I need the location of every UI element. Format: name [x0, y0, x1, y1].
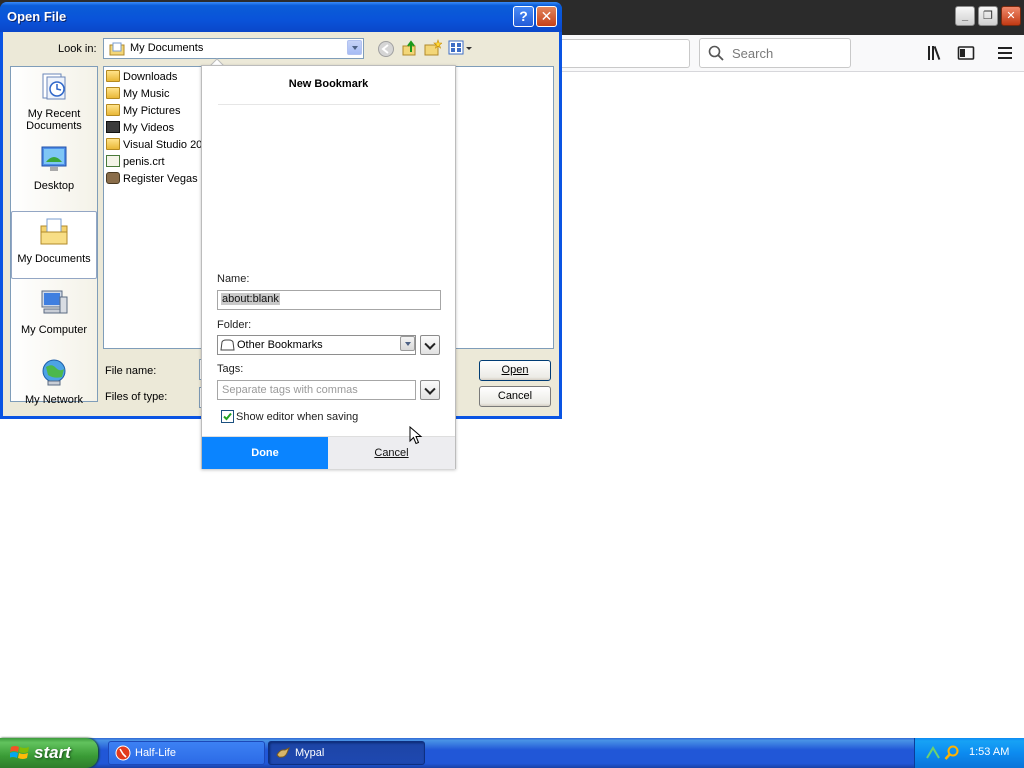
place-label: My Network — [24, 394, 84, 406]
list-item[interactable]: My Music — [106, 87, 169, 103]
library-icon[interactable] — [926, 44, 944, 62]
videos-folder-icon — [106, 121, 120, 133]
bookmark-folder-icon — [220, 339, 235, 351]
my-documents-small-icon — [109, 42, 125, 56]
tags-label: Tags: — [217, 363, 244, 375]
divider — [218, 104, 440, 105]
list-item[interactable]: My Pictures — [106, 104, 180, 120]
place-desktop[interactable]: Desktop — [11, 143, 97, 192]
my-computer-icon — [41, 290, 68, 314]
help-button[interactable]: ? — [513, 6, 534, 27]
close-button[interactable]: ✕ — [536, 6, 557, 27]
cancel-button[interactable]: Cancel — [479, 386, 551, 407]
mypal-icon — [276, 746, 290, 758]
place-my-documents[interactable]: My Documents — [11, 211, 97, 279]
my-network-icon — [42, 359, 66, 386]
search-icon — [708, 45, 724, 61]
new-bookmark-panel: New Bookmark Name: about:blank Folder: O… — [201, 65, 456, 469]
search-tray-icon[interactable] — [944, 745, 960, 761]
places-bar: My Recent Documents Desktop My Documents — [10, 66, 98, 406]
my-documents-icon — [40, 218, 68, 245]
certificate-icon — [106, 155, 120, 167]
pictures-folder-icon — [106, 104, 120, 116]
open-button[interactable]: Open — [479, 360, 551, 381]
folder-label: Folder: — [217, 319, 252, 331]
place-label: My Recent Documents — [26, 108, 82, 132]
chevron-down-icon[interactable] — [347, 40, 362, 55]
address-bar[interactable] — [560, 39, 690, 68]
app-icon — [106, 172, 120, 184]
look-in-label: Look in: — [58, 43, 97, 55]
name-field[interactable]: about:blank — [217, 290, 441, 310]
start-label: start — [34, 743, 71, 762]
folder-icon — [106, 70, 120, 82]
taskbar: start Half-Life Mypal 1:53 AM — [0, 738, 1024, 768]
network-tray-icon[interactable] — [925, 745, 941, 761]
panel-title: New Bookmark — [288, 78, 369, 90]
name-label: Name: — [217, 273, 250, 285]
look-in-combo[interactable]: My Documents — [103, 38, 364, 59]
dialog-titlebar: Open File ? ✕ — [0, 2, 562, 32]
place-my-computer[interactable]: My Computer — [11, 287, 97, 336]
recent-documents-icon — [42, 73, 66, 100]
place-recent-documents[interactable]: My Recent Documents — [11, 71, 97, 132]
cancel-button[interactable]: Cancel — [328, 437, 455, 469]
show-editor-checkbox[interactable] — [221, 410, 234, 423]
taskbar-item-mypal[interactable]: Mypal — [268, 741, 425, 765]
task-label: Mypal — [295, 747, 325, 759]
clock: 1:53 AM — [969, 746, 1010, 758]
back-icon[interactable] — [377, 40, 395, 58]
list-item[interactable]: Downloads — [106, 70, 177, 86]
up-folder-icon[interactable] — [401, 39, 419, 57]
files-of-type-label: Files of type: — [105, 391, 168, 403]
tags-selector-toggle[interactable] — [420, 380, 440, 400]
show-editor-label: Show editor when saving — [236, 411, 359, 423]
browser-minimize-button[interactable]: _ — [955, 6, 975, 26]
chevron-down-icon[interactable] — [398, 336, 415, 354]
place-label: My Documents — [17, 253, 91, 265]
taskbar-item-half-life[interactable]: Half-Life — [108, 741, 265, 765]
browser-close-button[interactable]: ✕ — [1001, 6, 1021, 26]
desktop-icon — [41, 146, 67, 171]
list-item[interactable]: Register Vegas F — [106, 172, 207, 188]
view-menu-icon[interactable] — [448, 40, 474, 56]
search-placeholder: Search — [732, 46, 774, 61]
dialog-title: Open File — [7, 9, 67, 24]
browser-restore-button[interactable]: ❐ — [978, 6, 998, 26]
sidebar-icon[interactable] — [957, 44, 975, 62]
checkmark-icon — [223, 412, 232, 421]
mouse-cursor-icon — [409, 426, 423, 445]
search-input[interactable]: Search — [699, 38, 851, 68]
menu-icon[interactable] — [996, 44, 1014, 62]
list-item[interactable]: My Videos — [106, 121, 174, 137]
system-tray: 1:53 AM — [914, 738, 1024, 768]
look-in-value: My Documents — [130, 42, 204, 54]
task-label: Half-Life — [135, 747, 176, 759]
half-life-icon — [115, 745, 131, 761]
windows-logo-icon — [10, 746, 29, 759]
folder-select[interactable]: Other Bookmarks — [217, 335, 416, 355]
done-button[interactable]: Done — [202, 437, 328, 469]
list-item[interactable]: Visual Studio 200 — [106, 138, 208, 154]
folder-tree-toggle[interactable] — [420, 335, 440, 355]
folder-value: Other Bookmarks — [237, 339, 323, 351]
tags-placeholder: Separate tags with commas — [222, 384, 358, 396]
music-folder-icon — [106, 87, 120, 99]
new-folder-icon[interactable] — [424, 39, 442, 57]
name-value: about:blank — [221, 293, 280, 305]
place-label: Desktop — [33, 180, 75, 192]
list-item[interactable]: penis.crt — [106, 155, 165, 171]
folder-icon — [106, 138, 120, 150]
place-label: My Computer — [20, 324, 88, 336]
place-my-network[interactable]: My Network — [11, 357, 97, 406]
tags-field[interactable]: Separate tags with commas — [217, 380, 416, 400]
file-name-label: File name: — [105, 365, 157, 377]
start-button[interactable]: start — [0, 738, 98, 768]
